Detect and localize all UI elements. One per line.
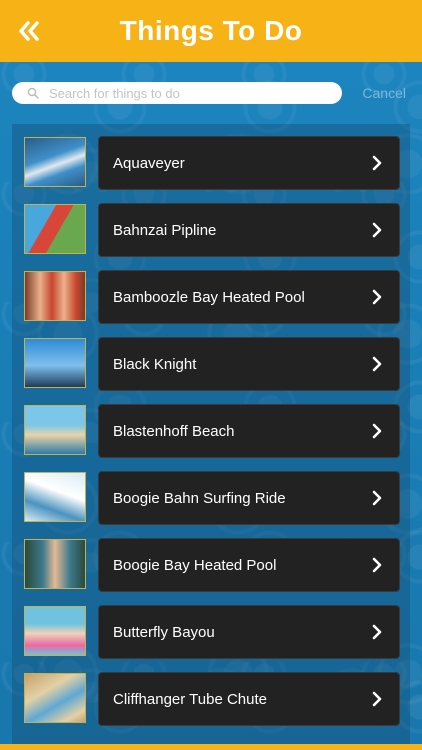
item-label: Bahnzai Pipline	[113, 221, 217, 239]
item-label: Aquaveyer	[113, 154, 185, 172]
list-item[interactable]: Blastenhoff Beach	[24, 404, 412, 460]
chevron-right-icon	[371, 624, 383, 640]
item-label: Blastenhoff Beach	[113, 422, 235, 440]
chevron-right-icon	[371, 155, 383, 171]
search-input[interactable]	[49, 85, 319, 101]
search-field[interactable]	[12, 82, 342, 104]
item-label: Bamboozle Bay Heated Pool	[113, 288, 305, 306]
item-thumbnail	[24, 137, 86, 187]
item-thumbnail	[24, 606, 86, 656]
item-card[interactable]: Blastenhoff Beach	[98, 404, 400, 458]
top-nav-bar: Things To Do	[0, 0, 422, 62]
page-title: Things To Do	[119, 15, 303, 46]
item-thumbnail	[24, 338, 86, 388]
item-thumbnail	[24, 539, 86, 589]
item-card[interactable]: Bamboozle Bay Heated Pool	[98, 270, 400, 324]
list-item[interactable]: Black Knight	[24, 337, 412, 393]
chevron-right-icon	[371, 423, 383, 439]
item-label: Boogie Bay Heated Pool	[113, 556, 277, 574]
list-item[interactable]: Boogie Bahn Surfing Ride	[24, 471, 412, 527]
item-card[interactable]: Aquaveyer	[98, 136, 400, 190]
chevron-right-icon	[371, 356, 383, 372]
list-item[interactable]: Bamboozle Bay Heated Pool	[24, 270, 412, 326]
item-card[interactable]: Bahnzai Pipline	[98, 203, 400, 257]
double-chevron-left-icon	[19, 21, 39, 41]
item-thumbnail	[24, 204, 86, 254]
things-to-do-list: Aquaveyer Bahnzai Pipline Bamboozle Bay …	[12, 124, 410, 750]
item-label: Cliffhanger Tube Chute	[113, 690, 267, 708]
search-bar: Cancel	[0, 78, 422, 110]
list-item[interactable]: Cliffhanger Tube Chute	[24, 672, 412, 728]
item-label: Boogie Bahn Surfing Ride	[113, 489, 286, 507]
list-item[interactable]: Butterfly Bayou	[24, 605, 412, 661]
chevron-right-icon	[371, 557, 383, 573]
list-item[interactable]: Aquaveyer	[24, 136, 412, 192]
cancel-button[interactable]: Cancel	[362, 85, 406, 101]
item-card[interactable]: Black Knight	[98, 337, 400, 391]
item-label: Butterfly Bayou	[113, 623, 215, 641]
chevron-right-icon	[371, 222, 383, 238]
chevron-right-icon	[371, 490, 383, 506]
search-icon	[27, 87, 39, 99]
item-thumbnail	[24, 472, 86, 522]
item-label: Black Knight	[113, 355, 197, 373]
item-card[interactable]: Cliffhanger Tube Chute	[98, 672, 400, 726]
item-card[interactable]: Boogie Bahn Surfing Ride	[98, 471, 400, 525]
item-thumbnail	[24, 673, 86, 723]
item-card[interactable]: Butterfly Bayou	[98, 605, 400, 659]
back-button[interactable]	[14, 16, 44, 46]
chevron-right-icon	[371, 691, 383, 707]
item-thumbnail	[24, 405, 86, 455]
item-card[interactable]: Boogie Bay Heated Pool	[98, 538, 400, 592]
chevron-right-icon	[371, 289, 383, 305]
bottom-bar	[0, 744, 422, 750]
list-item[interactable]: Bahnzai Pipline	[24, 203, 412, 259]
item-thumbnail	[24, 271, 86, 321]
list-item[interactable]: Boogie Bay Heated Pool	[24, 538, 412, 594]
